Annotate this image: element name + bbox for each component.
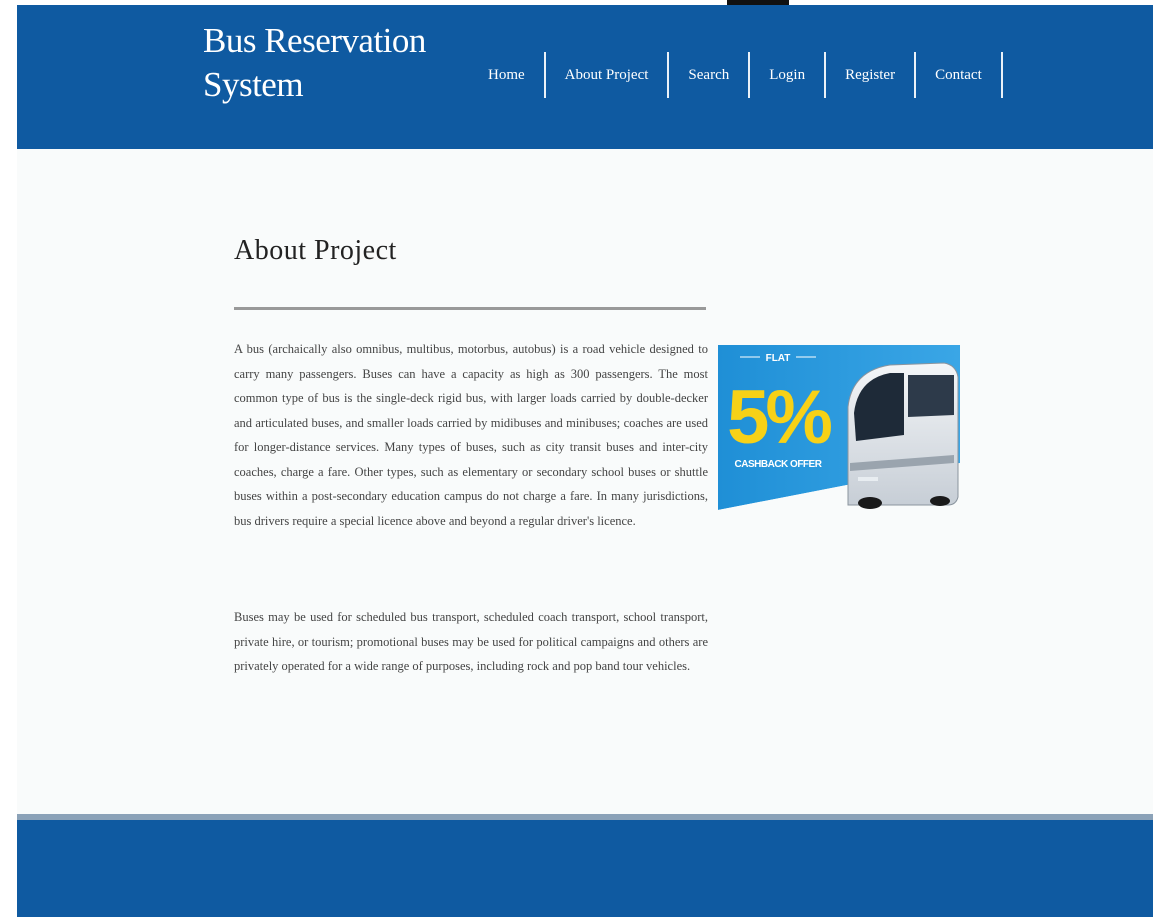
- nav-home[interactable]: Home: [469, 64, 544, 86]
- promo-offer-label: CASHBACK OFFER: [735, 459, 823, 470]
- cashback-promo-banner[interactable]: FLAT 5% CASHBACK OFFER: [718, 345, 960, 510]
- bus-image: [847, 362, 959, 509]
- about-paragraph-2: Buses may be used for scheduled bus tran…: [234, 610, 708, 673]
- promo-percent: 5%: [727, 375, 831, 460]
- nav-register[interactable]: Register: [826, 64, 914, 86]
- nav-about-project[interactable]: About Project: [546, 64, 668, 86]
- main-nav: Home About Project Search Login Register…: [469, 52, 1003, 98]
- site-header: Bus Reservation System Home About Projec…: [17, 5, 1153, 149]
- page-title: About Project: [234, 235, 397, 266]
- nav-contact[interactable]: Contact: [916, 64, 1001, 86]
- nav-separator: [1000, 52, 1003, 98]
- nav-search[interactable]: Search: [669, 64, 748, 86]
- promo-banner-graphic: FLAT 5% CASHBACK OFFER: [718, 345, 960, 510]
- page: Bus Reservation System Home About Projec…: [0, 0, 1153, 917]
- heading-divider: [234, 307, 706, 310]
- site-title[interactable]: Bus Reservation System: [203, 19, 433, 107]
- main-content: About Project A bus (archaically also om…: [17, 149, 1153, 814]
- site-footer: [17, 820, 1153, 917]
- about-paragraph-1: A bus (archaically also omnibus, multibu…: [234, 342, 708, 528]
- promo-flat-label: FLAT: [766, 353, 791, 364]
- nav-login[interactable]: Login: [750, 64, 824, 86]
